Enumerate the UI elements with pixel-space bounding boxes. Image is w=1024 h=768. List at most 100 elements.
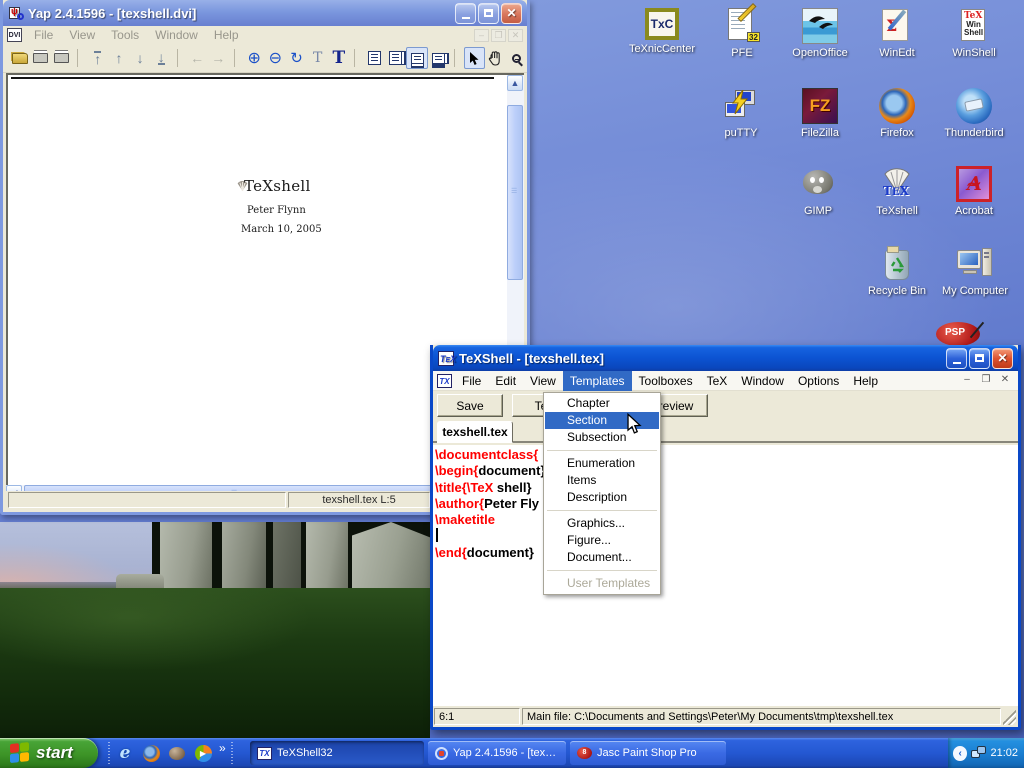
yap-mdi-minimize-button[interactable]: – (474, 29, 489, 42)
yap-titlebar[interactable]: ψ Yap 2.4.1596 - [texshell.dvi] ✕ (3, 0, 527, 26)
overflow-chevron[interactable]: » (219, 738, 226, 755)
dvi-doc-icon: DVI (7, 28, 22, 42)
desktop-icon-texshell[interactable]: TEX TeXshell (857, 166, 937, 217)
texshell-maximize-button[interactable] (969, 348, 990, 369)
texshell-editor[interactable]: \documentclass{\begin{document}\title{\T… (433, 445, 1018, 706)
stonehenge-photo (0, 522, 430, 738)
toolbar-separator (177, 49, 185, 67)
desktop-icon-my-computer[interactable]: My Computer (935, 246, 1015, 297)
yap-close-button[interactable]: ✕ (501, 3, 522, 24)
single-page-view-icon[interactable] (364, 47, 385, 69)
yap-menu-file[interactable]: File (26, 26, 61, 44)
taskbar-button-texshell32[interactable]: TX TeXShell32 (250, 741, 424, 765)
yap-menu-view[interactable]: View (61, 26, 103, 44)
zoom-in-icon[interactable]: ⊕ (244, 47, 265, 69)
yap-menu-help[interactable]: Help (206, 26, 247, 44)
resize-grip[interactable] (1003, 708, 1016, 725)
texshell-menu-edit[interactable]: Edit (488, 371, 523, 391)
scroll-up-button[interactable]: ▲ (507, 75, 523, 91)
templates-menu-item-graphics[interactable]: Graphics... (545, 515, 659, 532)
forward-icon[interactable]: → (208, 47, 229, 69)
desktop-icon-winedt[interactable]: Σ WinEdt (857, 8, 937, 59)
last-page-icon[interactable]: ↓ (151, 47, 172, 69)
text-tool-icon[interactable]: T (328, 47, 349, 69)
texshell-menu-view[interactable]: View (523, 371, 563, 391)
open-file-icon[interactable] (9, 47, 30, 69)
templates-menu-item-description[interactable]: Description (545, 489, 659, 506)
first-page-icon[interactable]: ↑ (87, 47, 108, 69)
yap-maximize-button[interactable] (478, 3, 499, 24)
templates-menu-item-enumeration[interactable]: Enumeration (545, 455, 659, 472)
start-button[interactable]: start (0, 738, 98, 768)
facing-pages-view-icon[interactable] (385, 47, 406, 69)
texshell-status-position: 6:1 (434, 708, 520, 725)
next-page-icon[interactable]: ↓ (130, 47, 151, 69)
desktop-icon-acrobat[interactable]: A̴ Acrobat (934, 166, 1014, 217)
save-button[interactable]: Save (437, 394, 503, 417)
texshell-close-button[interactable]: ✕ (992, 348, 1013, 369)
continuous-view-icon[interactable] (406, 47, 427, 69)
hand-tool-icon[interactable] (485, 47, 506, 69)
templates-menu-item-items[interactable]: Items (545, 472, 659, 489)
print-page-icon[interactable] (51, 47, 72, 69)
desktop-icon-gimp[interactable]: GIMP (778, 166, 858, 217)
taskband-handle[interactable] (231, 742, 233, 764)
texshell-menu-tex[interactable]: TeX (700, 371, 735, 391)
templates-menu-item-figure[interactable]: Figure... (545, 532, 659, 549)
texshell-mdi-close-button[interactable]: ✕ (997, 374, 1013, 388)
system-tray: ‹ 21:02 (948, 738, 1024, 768)
code-line: \maketitle (435, 512, 1018, 528)
continuous-facing-view-icon[interactable] (428, 47, 449, 69)
gimp-quick-icon[interactable] (167, 743, 187, 763)
templates-menu-item-document[interactable]: Document... (545, 549, 659, 566)
magnifier-tool-icon[interactable] (506, 47, 527, 69)
texshell-minimize-button[interactable] (946, 348, 967, 369)
yap-menu-window[interactable]: Window (147, 26, 206, 44)
desktop-icon-paint-shop-pro[interactable]: PSP (936, 322, 980, 346)
refresh-icon[interactable]: ↻ (286, 47, 307, 69)
texshell-menu-file[interactable]: File (455, 371, 488, 391)
desktop-icon-filezilla[interactable]: FZ FileZilla (780, 88, 860, 139)
desktop-icon-texniccenter[interactable]: TxC TeXnicCenter (622, 8, 702, 55)
templates-menu-item-chapter[interactable]: Chapter (545, 395, 659, 412)
desktop-icon-winshell[interactable]: TeX WinShell WinShell (934, 8, 1014, 59)
texshell-mdi-minimize-button[interactable]: – (959, 374, 975, 388)
desktop-icon-thunderbird[interactable]: Thunderbird (934, 88, 1014, 139)
print-icon[interactable] (30, 47, 51, 69)
yap-minimize-button[interactable] (455, 3, 476, 24)
quick-launch: e ▶ » (106, 738, 235, 768)
texshell-mdi-restore-button[interactable]: ❐ (978, 374, 994, 388)
texshell-menu-help[interactable]: Help (846, 371, 885, 391)
firefox-quick-icon[interactable] (141, 743, 161, 763)
tab-texshell-tex[interactable]: texshell.tex (437, 421, 513, 443)
network-status-icon[interactable] (971, 746, 986, 760)
texshell-menu-window[interactable]: Window (734, 371, 791, 391)
yap-menu-tools[interactable]: Tools (103, 26, 147, 44)
desktop-icon-putty[interactable]: puTTY (701, 88, 781, 139)
yap-mdi-close-button[interactable]: ✕ (508, 29, 523, 42)
dvi-date: March 10, 2005 (241, 224, 322, 235)
quick-launch-handle[interactable] (108, 742, 110, 764)
taskbar-button-yap[interactable]: Yap 2.4.1596 - [texs... (428, 741, 566, 765)
zoom-out-icon[interactable]: ⊖ (265, 47, 286, 69)
desktop-icon-pfe[interactable]: 32 PFE (702, 8, 782, 59)
internet-explorer-icon[interactable]: e (115, 743, 135, 763)
media-player-icon[interactable]: ▶ (193, 743, 213, 763)
yap-mdi-restore-button[interactable]: ❐ (491, 29, 506, 42)
taskbar-button-paint-shop-pro[interactable]: 8 Jasc Paint Shop Pro (570, 741, 726, 765)
desktop-icon-firefox[interactable]: Firefox (857, 88, 937, 139)
texshell-menu-toolboxes[interactable]: Toolboxes (632, 371, 700, 391)
tray-collapse-chevron-icon[interactable]: ‹ (953, 746, 967, 761)
texshell-menu-options[interactable]: Options (791, 371, 846, 391)
select-tool-icon[interactable] (464, 47, 485, 69)
code-line (435, 528, 1018, 544)
desktop-icon-openoffice[interactable]: OpenOffice (780, 8, 860, 59)
texshell-menu-templates[interactable]: Templates (563, 371, 632, 391)
back-icon[interactable]: ← (187, 47, 208, 69)
texshell-titlebar[interactable]: TEX TeXShell - [texshell.tex] ✕ (433, 345, 1018, 371)
ruler-tool-icon[interactable]: T (307, 47, 328, 69)
previous-page-icon[interactable]: ↑ (108, 47, 129, 69)
desktop-icon-recycle-bin[interactable]: Recycle Bin (857, 246, 937, 297)
texniccenter-icon: TxC (645, 8, 679, 40)
gimp-icon (800, 166, 836, 202)
